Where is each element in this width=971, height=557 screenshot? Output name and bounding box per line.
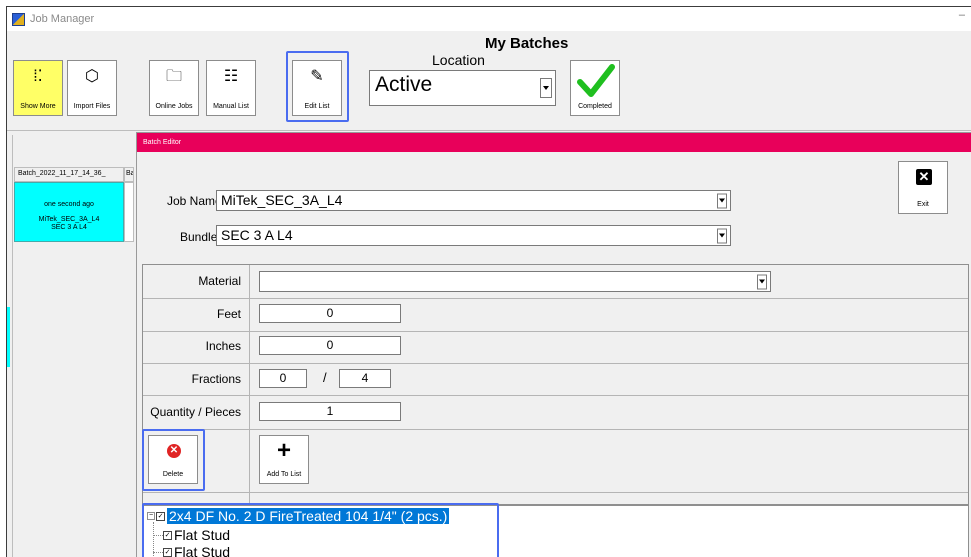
show-more-label: Show More <box>20 103 56 110</box>
tree-child-label: Flat Stud <box>174 544 231 557</box>
list-icon: ☷ <box>223 68 239 85</box>
batch-tab[interactable]: Batch_2022_11_17_14_36_ <box>14 167 124 182</box>
add-to-list-button[interactable]: + Add To List <box>259 435 309 484</box>
delete-icon: ✕ <box>167 444 181 458</box>
job-name-dropdown[interactable]: MiTek_SEC_3A_L4 <box>216 190 731 211</box>
location-value: Active <box>375 73 433 96</box>
batch-tab-2[interactable]: Ba <box>124 167 134 182</box>
title-bar: Job Manager – <box>7 7 971 31</box>
folder-icon: 🗀 <box>165 68 182 85</box>
material-form: Material Feet 0 Inches 0 Fractions 0 / 4… <box>142 264 969 505</box>
batch-strip <box>7 307 10 367</box>
quantity-label: Quantity / Pieces <box>150 405 241 419</box>
bundle-dropdown[interactable]: SEC 3 A L4 <box>216 225 731 246</box>
fraction-denominator-input[interactable]: 4 <box>339 369 391 388</box>
app-icon <box>12 12 25 26</box>
feet-input[interactable]: 0 <box>259 304 401 323</box>
fraction-numerator-input[interactable]: 0 <box>259 369 307 388</box>
pencil-icon: ✎ <box>310 68 324 85</box>
batch-job-name: MiTek_SEC_3A_L4 <box>38 216 100 223</box>
delete-button[interactable]: ✕ Delete <box>148 435 198 484</box>
fraction-separator: / <box>323 370 327 385</box>
edit-list-label: Edit List <box>304 103 330 110</box>
job-name-label: Job Name <box>167 194 222 208</box>
tree-root-label: 2x4 DF No. 2 D FireTreated 104 1/4" (2 p… <box>167 508 450 524</box>
manual-list-label: Manual List <box>213 103 249 110</box>
plus-icon: + <box>276 437 291 464</box>
fractions-label: Fractions <box>191 372 241 386</box>
completed-label: Completed <box>578 103 612 110</box>
package-icon: ⬡ <box>85 68 99 85</box>
row-divider <box>143 363 968 364</box>
row-divider <box>143 395 968 396</box>
collapse-icon[interactable]: − <box>147 512 155 520</box>
inches-input[interactable]: 0 <box>259 336 401 355</box>
batch-time: one second ago <box>44 201 94 208</box>
chevron-down-icon[interactable] <box>757 274 767 289</box>
tree-root-node[interactable]: − ✓ 2x4 DF No. 2 D FireTreated 104 1/4" … <box>147 508 450 524</box>
row-divider <box>143 298 968 299</box>
row-divider <box>143 331 968 332</box>
minimize-button[interactable]: – <box>959 9 965 21</box>
chevron-down-icon[interactable] <box>717 228 727 243</box>
toolbar-separator <box>7 130 971 131</box>
location-label: Location <box>432 52 485 68</box>
show-more-button[interactable]: ⁞⁚ Show More <box>13 60 63 116</box>
tree-connector <box>153 552 163 553</box>
feet-label: Feet <box>216 307 241 321</box>
exit-button[interactable]: ✕ Exit <box>898 161 948 214</box>
chevron-down-icon[interactable] <box>540 78 552 98</box>
row-divider <box>143 429 968 430</box>
tree-child-node[interactable]: ✓ Flat Stud <box>163 544 230 557</box>
show-more-icon: ⁞⁚ <box>33 68 43 85</box>
checkmark-icon <box>577 64 615 97</box>
bundle-label: Bundle <box>180 230 218 244</box>
row-divider <box>143 492 968 493</box>
chevron-down-icon[interactable] <box>717 193 727 208</box>
exit-label: Exit <box>917 201 929 208</box>
tree-connector <box>153 535 163 536</box>
close-icon: ✕ <box>916 169 932 185</box>
online-jobs-label: Online Jobs <box>155 103 193 110</box>
batch-card-2[interactable] <box>124 182 134 242</box>
quantity-input[interactable]: 1 <box>259 402 401 421</box>
inches-label: Inches <box>205 339 241 353</box>
form-column-divider <box>249 265 250 504</box>
page-title: My Batches <box>485 35 569 52</box>
batch-editor-title: Batch Editor <box>137 133 971 152</box>
batch-bundle: SEC 3 A L4 <box>51 224 87 231</box>
tree-child-label: Flat Stud <box>174 527 231 543</box>
checkbox-checked[interactable]: ✓ <box>163 547 172 557</box>
material-label: Material <box>198 274 241 288</box>
import-files-button[interactable]: ⬡ Import Files <box>67 60 117 116</box>
left-divider <box>12 135 13 557</box>
online-jobs-button[interactable]: 🗀 Online Jobs <box>149 60 199 116</box>
material-dropdown[interactable] <box>259 271 771 292</box>
material-tree: − ✓ 2x4 DF No. 2 D FireTreated 104 1/4" … <box>142 505 969 557</box>
checkbox-checked[interactable]: ✓ <box>163 530 172 540</box>
location-dropdown[interactable]: Active <box>369 70 556 106</box>
add-to-list-label: Add To List <box>266 471 302 478</box>
edit-list-button[interactable]: ✎ Edit List <box>292 60 342 116</box>
job-name-value: MiTek_SEC_3A_L4 <box>221 192 343 208</box>
delete-label: Delete <box>162 471 184 478</box>
tree-child-node[interactable]: ✓ Flat Stud <box>163 527 230 543</box>
job-manager-window: Job Manager – ⁞⁚ Show More ⬡ Import File… <box>6 6 971 557</box>
batch-editor-panel: Batch Editor Job Name MiTek_SEC_3A_L4 Bu… <box>136 132 971 557</box>
bundle-value: SEC 3 A L4 <box>221 227 293 243</box>
completed-button[interactable]: Completed <box>570 60 620 116</box>
manual-list-button[interactable]: ☷ Manual List <box>206 60 256 116</box>
window-title: Job Manager <box>30 13 95 25</box>
checkbox-checked[interactable]: ✓ <box>156 511 165 521</box>
import-files-label: Import Files <box>73 103 111 110</box>
batch-card[interactable]: one second ago MiTek_SEC_3A_L4 SEC 3 A L… <box>14 182 124 242</box>
